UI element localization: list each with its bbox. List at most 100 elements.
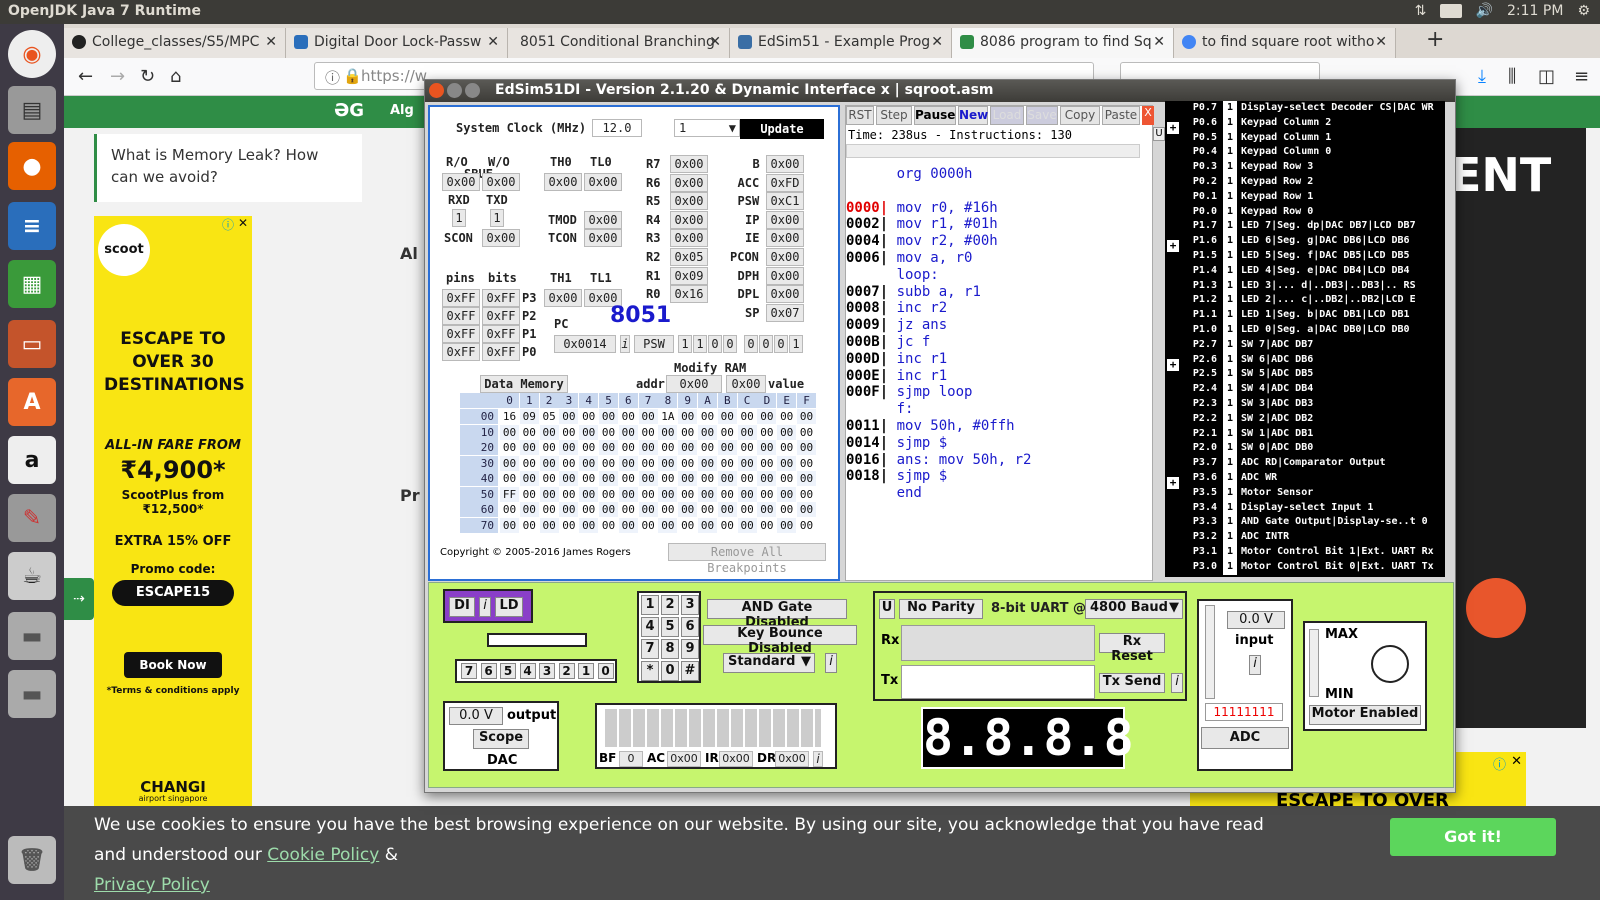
- pin-value[interactable]: 1: [1223, 485, 1237, 501]
- reload-icon[interactable]: ↻: [140, 66, 155, 87]
- mem-cell[interactable]: 00: [638, 455, 658, 471]
- code-line[interactable]: 000F| sjmp loop: [846, 384, 972, 400]
- writer-icon[interactable]: ≡: [8, 202, 56, 250]
- tab-college-classes[interactable]: College_classes/S5/MPC ✕: [64, 28, 286, 58]
- close-icon[interactable]: ✕: [931, 34, 943, 50]
- r-register-value[interactable]: 0x00: [670, 192, 708, 211]
- tx-field[interactable]: [901, 665, 1095, 699]
- mem-cell[interactable]: 00: [698, 440, 717, 455]
- r-register-value[interactable]: 0x00: [670, 155, 708, 173]
- mem-cell[interactable]: 00: [500, 471, 519, 486]
- pin-value[interactable]: 1: [1223, 515, 1237, 531]
- mem-cell[interactable]: 00: [797, 502, 816, 517]
- mem-cell[interactable]: 00: [717, 502, 737, 517]
- mem-cell[interactable]: 00: [539, 440, 559, 455]
- pin-value[interactable]: 1: [1223, 145, 1237, 161]
- pin-value[interactable]: 1: [1223, 411, 1237, 427]
- mem-cell[interactable]: 00: [717, 409, 737, 424]
- and-gate-button[interactable]: AND Gate Disabled: [707, 599, 847, 630]
- data-memory-button[interactable]: Data Memory: [480, 375, 568, 393]
- mem-cell[interactable]: 00: [737, 471, 757, 486]
- keypad-key[interactable]: 9: [681, 639, 699, 659]
- expand-plus-icon[interactable]: +: [1167, 358, 1179, 371]
- sbuf-wo[interactable]: 0x00: [482, 173, 520, 191]
- switch-button[interactable]: 7: [461, 663, 477, 679]
- mem-cell[interactable]: 00: [579, 440, 599, 455]
- expand-plus-icon[interactable]: +: [1167, 240, 1179, 253]
- mem-cell[interactable]: 00: [579, 517, 599, 533]
- pin-value[interactable]: 1: [1223, 456, 1237, 471]
- mem-cell[interactable]: 00: [599, 486, 618, 502]
- mem-cell[interactable]: 00: [797, 409, 816, 424]
- psw-bit[interactable]: 0: [774, 335, 788, 353]
- switch-button[interactable]: 6: [480, 663, 497, 679]
- sfr-value[interactable]: 0x00: [766, 229, 804, 248]
- mem-cell[interactable]: 00: [797, 471, 816, 486]
- pin-value[interactable]: 1: [1223, 130, 1237, 146]
- sbuf-ro[interactable]: 0x00: [442, 173, 480, 191]
- modify-addr-input[interactable]: 0x00: [666, 375, 722, 393]
- mem-cell[interactable]: 00: [737, 455, 757, 471]
- mem-cell[interactable]: 00: [737, 486, 757, 502]
- mem-cell[interactable]: 00: [717, 440, 737, 455]
- mem-cell[interactable]: 00: [717, 424, 737, 440]
- parity-button[interactable]: No Parity: [899, 599, 983, 619]
- mem-cell[interactable]: 00: [658, 440, 678, 455]
- mem-cell[interactable]: 00: [599, 424, 618, 440]
- code-line[interactable]: 000B| jc f: [846, 334, 930, 350]
- mem-cell[interactable]: 00: [579, 409, 599, 424]
- mem-cell[interactable]: 00: [678, 409, 698, 424]
- port-pins-value[interactable]: 0xFF: [442, 343, 480, 361]
- info-icon[interactable]: i: [825, 653, 837, 673]
- mem-cell[interactable]: 00: [500, 440, 519, 455]
- mem-cell[interactable]: 00: [638, 424, 658, 440]
- mem-cell[interactable]: 00: [658, 471, 678, 486]
- code-line[interactable]: 0018| sjmp $: [846, 468, 947, 484]
- mem-cell[interactable]: 00: [737, 409, 757, 424]
- code-line[interactable]: 0008| inc r2: [846, 300, 947, 316]
- mem-cell[interactable]: 00: [698, 409, 717, 424]
- pin-value[interactable]: 1: [1223, 500, 1237, 516]
- mem-cell[interactable]: 00: [559, 502, 579, 517]
- pin-value[interactable]: 1: [1223, 530, 1237, 545]
- tab-8086-sqroot[interactable]: 8086 program to find Sq ✕: [952, 28, 1174, 58]
- volume-icon[interactable]: 🔊: [1476, 3, 1493, 19]
- info-icon[interactable]: i: [813, 751, 823, 767]
- pin-value[interactable]: 1: [1223, 189, 1237, 205]
- code-line[interactable]: 0006| mov a, r0: [846, 250, 972, 266]
- pin-value[interactable]: 1: [1223, 471, 1237, 486]
- psw-bit[interactable]: 1: [678, 335, 692, 353]
- mem-cell[interactable]: 00: [539, 455, 559, 471]
- mem-cell[interactable]: 00: [638, 409, 658, 424]
- close-icon[interactable]: ✕: [265, 34, 277, 50]
- mem-cell[interactable]: 00: [519, 440, 539, 455]
- mem-cell[interactable]: 00: [559, 440, 579, 455]
- port-bits-value[interactable]: 0xFF: [482, 307, 520, 325]
- info-icon[interactable]: i: [620, 335, 630, 353]
- pin-value[interactable]: 1: [1223, 175, 1237, 190]
- mem-cell[interactable]: 00: [678, 471, 698, 486]
- close-icon[interactable]: ✕: [238, 216, 248, 230]
- sfr-value[interactable]: 0x00: [766, 248, 804, 266]
- code-line[interactable]: 0004| mov r2, #00h: [846, 233, 998, 249]
- tx-send-button[interactable]: Tx Send: [1099, 673, 1165, 693]
- files-icon[interactable]: ▤: [8, 86, 56, 134]
- mem-cell[interactable]: 00: [579, 486, 599, 502]
- mem-cell[interactable]: 00: [618, 455, 638, 471]
- mem-cell[interactable]: 00: [658, 455, 678, 471]
- adc-slider[interactable]: [1205, 605, 1215, 699]
- sfr-value[interactable]: 0x00: [766, 155, 804, 173]
- mem-cell[interactable]: 00: [519, 517, 539, 533]
- mem-cell[interactable]: 00: [797, 440, 816, 455]
- mem-cell[interactable]: 00: [519, 502, 539, 517]
- mem-cell[interactable]: 00: [559, 455, 579, 471]
- mem-cell[interactable]: 00: [757, 517, 777, 533]
- mem-cell[interactable]: 00: [678, 440, 698, 455]
- code-btn-new[interactable]: New: [958, 106, 988, 125]
- new-tab-button[interactable]: +: [1426, 27, 1444, 52]
- mem-cell[interactable]: 00: [539, 517, 559, 533]
- mem-cell[interactable]: 00: [539, 486, 559, 502]
- info-icon[interactable]: i: [479, 597, 491, 617]
- keypad-key[interactable]: 7: [641, 639, 659, 659]
- calc-icon[interactable]: ▦: [8, 260, 56, 308]
